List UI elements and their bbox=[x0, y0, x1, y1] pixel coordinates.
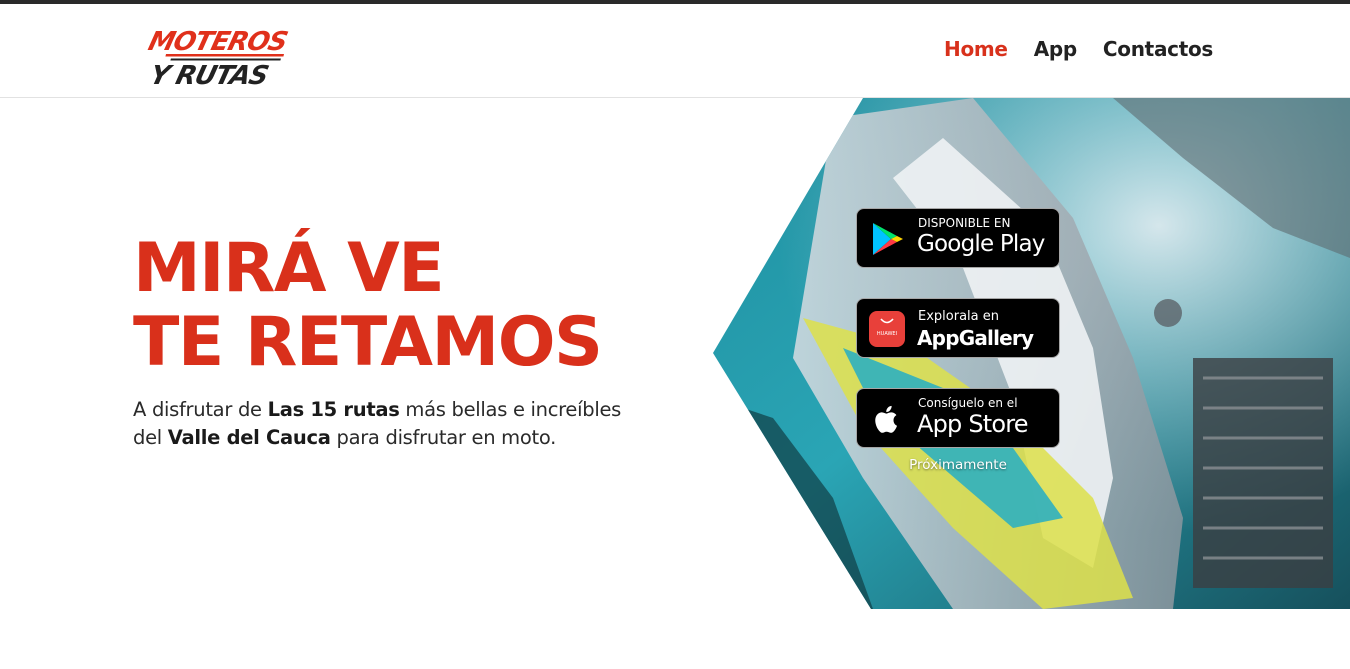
logo-line2: Y RUTAS bbox=[147, 60, 271, 88]
nav-app-link[interactable]: App bbox=[1034, 37, 1078, 61]
svg-text:HUAWEI: HUAWEI bbox=[877, 331, 897, 337]
site-header: MOTEROS Y RUTAS Home App Contactos bbox=[0, 4, 1350, 98]
google-badge-big-text: Google Play bbox=[917, 231, 1045, 257]
app-store-badge[interactable]: Consíguelo en el App Store bbox=[856, 388, 1060, 448]
hero-section: MIRÁ VE TE RETAMOS A disfrutar de Las 15… bbox=[133, 232, 693, 452]
logo-line1: MOTEROS bbox=[145, 26, 290, 57]
app-store-badge-big-text: App Store bbox=[917, 410, 1029, 438]
nav-home-link[interactable]: Home bbox=[944, 37, 1008, 61]
huawei-appgallery-icon: HUAWEI bbox=[869, 311, 905, 347]
nav-contactos-link[interactable]: Contactos bbox=[1103, 37, 1213, 61]
google-play-icon bbox=[873, 223, 903, 255]
hero-description: A disfrutar de Las 15 rutas más bellas e… bbox=[133, 396, 633, 452]
coming-soon-label: Próximamente bbox=[909, 457, 1007, 473]
desc-text-1: A disfrutar de bbox=[133, 398, 268, 421]
main-nav: Home App Contactos bbox=[944, 37, 1213, 61]
desc-text-3: para disfrutar en moto. bbox=[330, 426, 557, 449]
hero-title-line2: TE RETAMOS bbox=[133, 303, 603, 382]
brand-logo[interactable]: MOTEROS Y RUTAS bbox=[136, 14, 302, 88]
app-store-badge-small-text: Consíguelo en el bbox=[918, 396, 1018, 410]
google-badge-small-text: DISPONIBLE EN bbox=[918, 216, 1011, 230]
apple-icon bbox=[875, 405, 897, 433]
google-play-badge[interactable]: DISPONIBLE EN Google Play bbox=[856, 208, 1060, 268]
desc-bold-routes: Las 15 rutas bbox=[267, 398, 400, 421]
moteros-y-rutas-logo: MOTEROS Y RUTAS bbox=[145, 26, 290, 88]
appgallery-badge[interactable]: HUAWEI Explorala en AppGallery bbox=[856, 298, 1060, 358]
hero-title-line1: MIRÁ VE bbox=[133, 229, 445, 308]
desc-bold-valle: Valle del Cauca bbox=[167, 426, 331, 449]
hero-title: MIRÁ VE TE RETAMOS bbox=[133, 232, 693, 380]
appgallery-badge-small-text: Explorala en bbox=[918, 309, 999, 324]
appgallery-badge-big-text: AppGallery bbox=[917, 326, 1034, 350]
